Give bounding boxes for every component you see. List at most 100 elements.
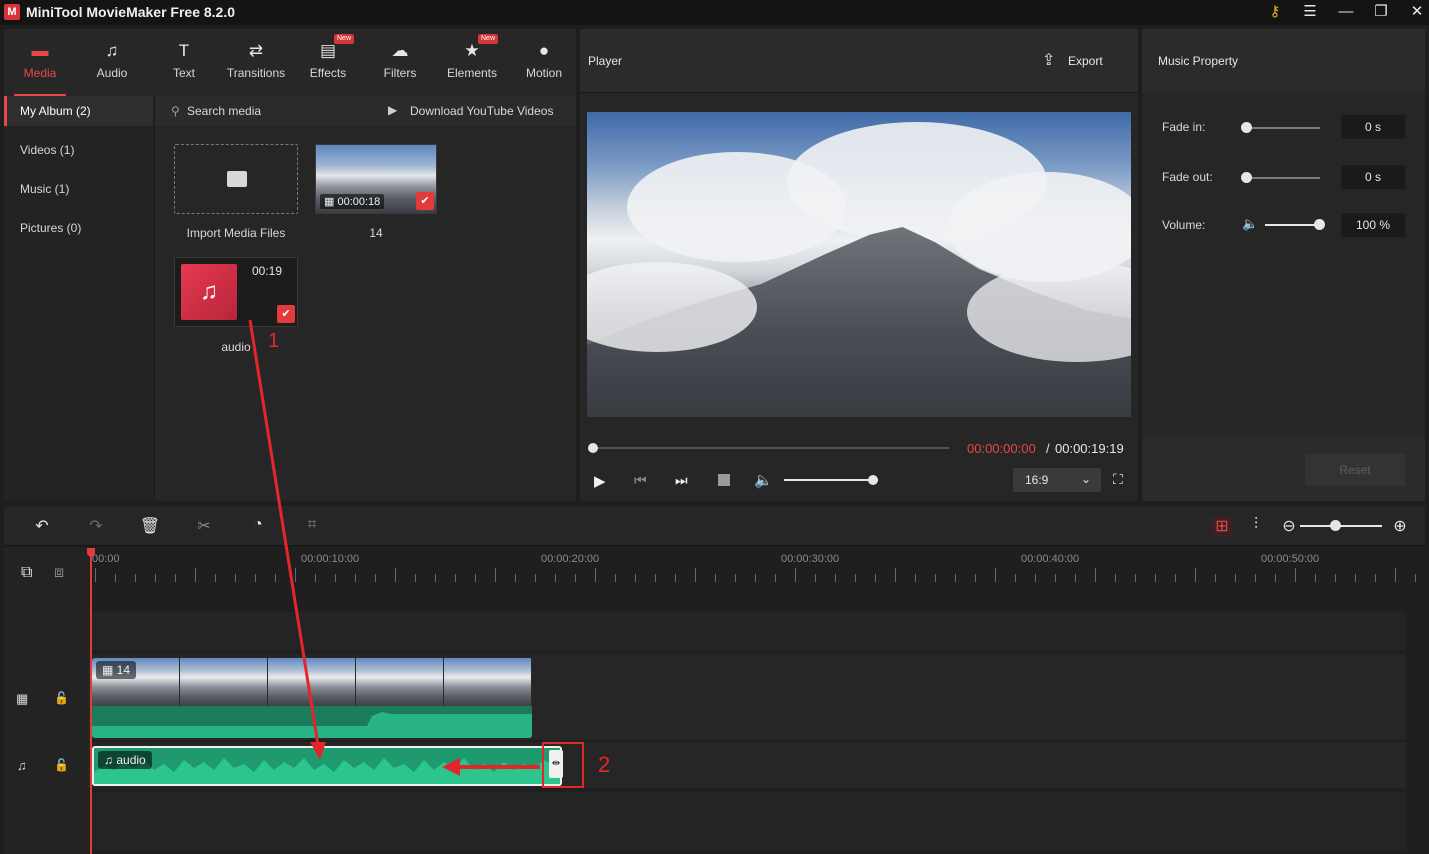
close-button[interactable]: ✕	[1406, 2, 1428, 22]
volume-icon[interactable]: 🔈	[754, 471, 773, 489]
fit-timeline-icon[interactable]: ⫶	[1245, 516, 1267, 536]
ruler-tick	[735, 574, 736, 582]
tab-filters[interactable]: ☁ Filters	[364, 29, 436, 96]
maximize-button[interactable]: ❐	[1370, 2, 1392, 22]
progress-track[interactable]	[590, 447, 949, 449]
ruler-tick	[235, 574, 236, 582]
volume-handle[interactable]	[1314, 219, 1325, 230]
player-title: Player	[588, 54, 623, 68]
video-preview[interactable]	[587, 112, 1131, 417]
folder-icon	[227, 171, 247, 187]
audio-selected-checkbox[interactable]: ✔	[277, 305, 295, 323]
volume-slider[interactable]	[1265, 224, 1321, 226]
total-time: 00:00:19:19	[1055, 441, 1124, 456]
undo-icon[interactable]: ↶	[31, 516, 53, 536]
tab-audio[interactable]: ♫ Audio	[76, 29, 148, 96]
next-frame-button[interactable]: ⏭	[675, 472, 688, 489]
aspect-ratio-select[interactable]: 16:9 ⌄	[1013, 468, 1101, 492]
playhead[interactable]	[90, 548, 92, 854]
sidebar-item-my-album[interactable]: My Album (2)	[4, 96, 153, 126]
ruler-tick	[1015, 574, 1016, 582]
ruler-tick	[895, 568, 896, 582]
fade-out-value[interactable]: 0 s	[1341, 165, 1405, 189]
import-media-label: Import Media Files	[186, 226, 286, 240]
player-volume-slider[interactable]	[784, 479, 878, 481]
ruler-tick	[835, 574, 836, 582]
fade-in-slider[interactable]	[1246, 127, 1320, 129]
lock-icon[interactable]: 🔓	[54, 758, 69, 772]
video-selected-checkbox[interactable]: ✔	[416, 192, 434, 210]
fade-in-value[interactable]: 0 s	[1341, 115, 1405, 139]
play-button[interactable]: ▶	[594, 472, 606, 490]
music-property-footer: Reset	[1142, 437, 1425, 501]
ruler-tick	[1315, 574, 1316, 582]
delete-icon[interactable]: 🗑	[139, 516, 161, 536]
stop-button[interactable]	[718, 474, 730, 486]
timeline-ruler[interactable]: 00:00 00:00:10:00 00:00:20:00 00:00:30:0…	[92, 548, 1417, 588]
search-input[interactable]: Search media	[187, 104, 261, 118]
crop-icon[interactable]: ⌗	[301, 516, 323, 536]
fullscreen-icon[interactable]: ⛶	[1113, 471, 1123, 488]
ruler-tick	[1335, 574, 1336, 582]
music-note-icon: ♫	[181, 264, 237, 320]
volume-label: Volume:	[1162, 218, 1206, 232]
reset-button[interactable]: Reset	[1305, 454, 1405, 486]
empty-track	[88, 612, 1406, 650]
minimize-button[interactable]: —	[1335, 2, 1357, 22]
speed-icon[interactable]: ◔	[247, 516, 269, 536]
fade-out-handle[interactable]	[1241, 172, 1252, 183]
download-youtube-button[interactable]: Download YouTube Videos	[410, 104, 553, 118]
ruler-tick	[335, 574, 336, 582]
previous-frame-button[interactable]: ⏮	[634, 472, 647, 489]
video-duration-badge: ▦ 00:00:18	[320, 194, 385, 209]
player-volume-handle[interactable]	[868, 475, 879, 485]
video-clip[interactable]: ▦ 14	[92, 658, 532, 738]
timeline-zoom-handle[interactable]	[1330, 520, 1341, 531]
tab-media[interactable]: ▬ Media	[4, 29, 76, 96]
progress-handle[interactable]	[588, 443, 598, 453]
video-thumbnail[interactable]: ▦ 00:00:18 ✔	[315, 144, 437, 214]
audio-thumbnail[interactable]: ♫ 00:19 ✔	[174, 257, 298, 327]
split-icon[interactable]: ✂	[193, 516, 215, 536]
export-button[interactable]: Export	[1068, 54, 1103, 68]
ruler-tick	[1055, 574, 1056, 582]
zoom-out-icon[interactable]: ⊖	[1278, 516, 1300, 536]
music-property-panel: Music Property Fade in: 0 s Fade out: 0 …	[1142, 29, 1425, 501]
import-media-box[interactable]	[174, 144, 298, 214]
export-icon: ⇪	[1042, 52, 1056, 69]
app-logo-icon: M	[4, 4, 20, 20]
ruler-tick	[1095, 568, 1096, 582]
volume-value[interactable]: 100 %	[1341, 213, 1405, 237]
media-library: ⚲ Search media ▶ Download YouTube Videos…	[155, 96, 576, 501]
key-icon[interactable]: ⚷	[1264, 2, 1286, 22]
tab-transitions[interactable]: ⇄ Transitions	[220, 29, 292, 96]
fade-in-label: Fade in:	[1162, 120, 1206, 134]
sidebar-item-pictures[interactable]: Pictures (0)	[4, 213, 153, 243]
ruler-tick	[755, 574, 756, 582]
trim-handle[interactable]: ⇹	[549, 750, 563, 778]
ruler-tick	[775, 574, 776, 582]
tab-elements[interactable]: New ★ Elements	[436, 29, 508, 96]
ruler-tick	[355, 574, 356, 582]
redo-icon[interactable]: ↷	[85, 516, 107, 536]
sidebar-item-videos[interactable]: Videos (1)	[4, 135, 153, 165]
timeline-zoom-slider[interactable]	[1300, 525, 1382, 527]
zoom-in-icon[interactable]: ⊕	[1389, 516, 1411, 536]
lock-icon[interactable]: 🔓	[54, 691, 69, 705]
snap-icon[interactable]: ⊞	[1211, 516, 1233, 536]
folder-icon: ▬	[31, 41, 49, 60]
tab-text[interactable]: T Text	[148, 29, 220, 96]
add-track-icon[interactable]: ⧉	[21, 564, 32, 582]
ruler-tick	[395, 568, 396, 582]
music-note-icon: ♫	[104, 753, 117, 767]
tab-motion[interactable]: ● Motion	[508, 29, 580, 96]
fade-in-handle[interactable]	[1241, 122, 1252, 133]
tab-effects[interactable]: New ▤ Effects	[292, 29, 364, 96]
sidebar-item-music[interactable]: Music (1)	[4, 174, 153, 204]
fade-out-slider[interactable]	[1246, 177, 1320, 179]
film-icon: ▦	[324, 196, 338, 208]
ruler-tick	[1115, 574, 1116, 582]
menu-icon[interactable]: ☰	[1299, 2, 1321, 22]
audio-clip[interactable]: ♫ audio	[92, 746, 562, 786]
remove-track-icon[interactable]: ⧈	[54, 564, 64, 582]
